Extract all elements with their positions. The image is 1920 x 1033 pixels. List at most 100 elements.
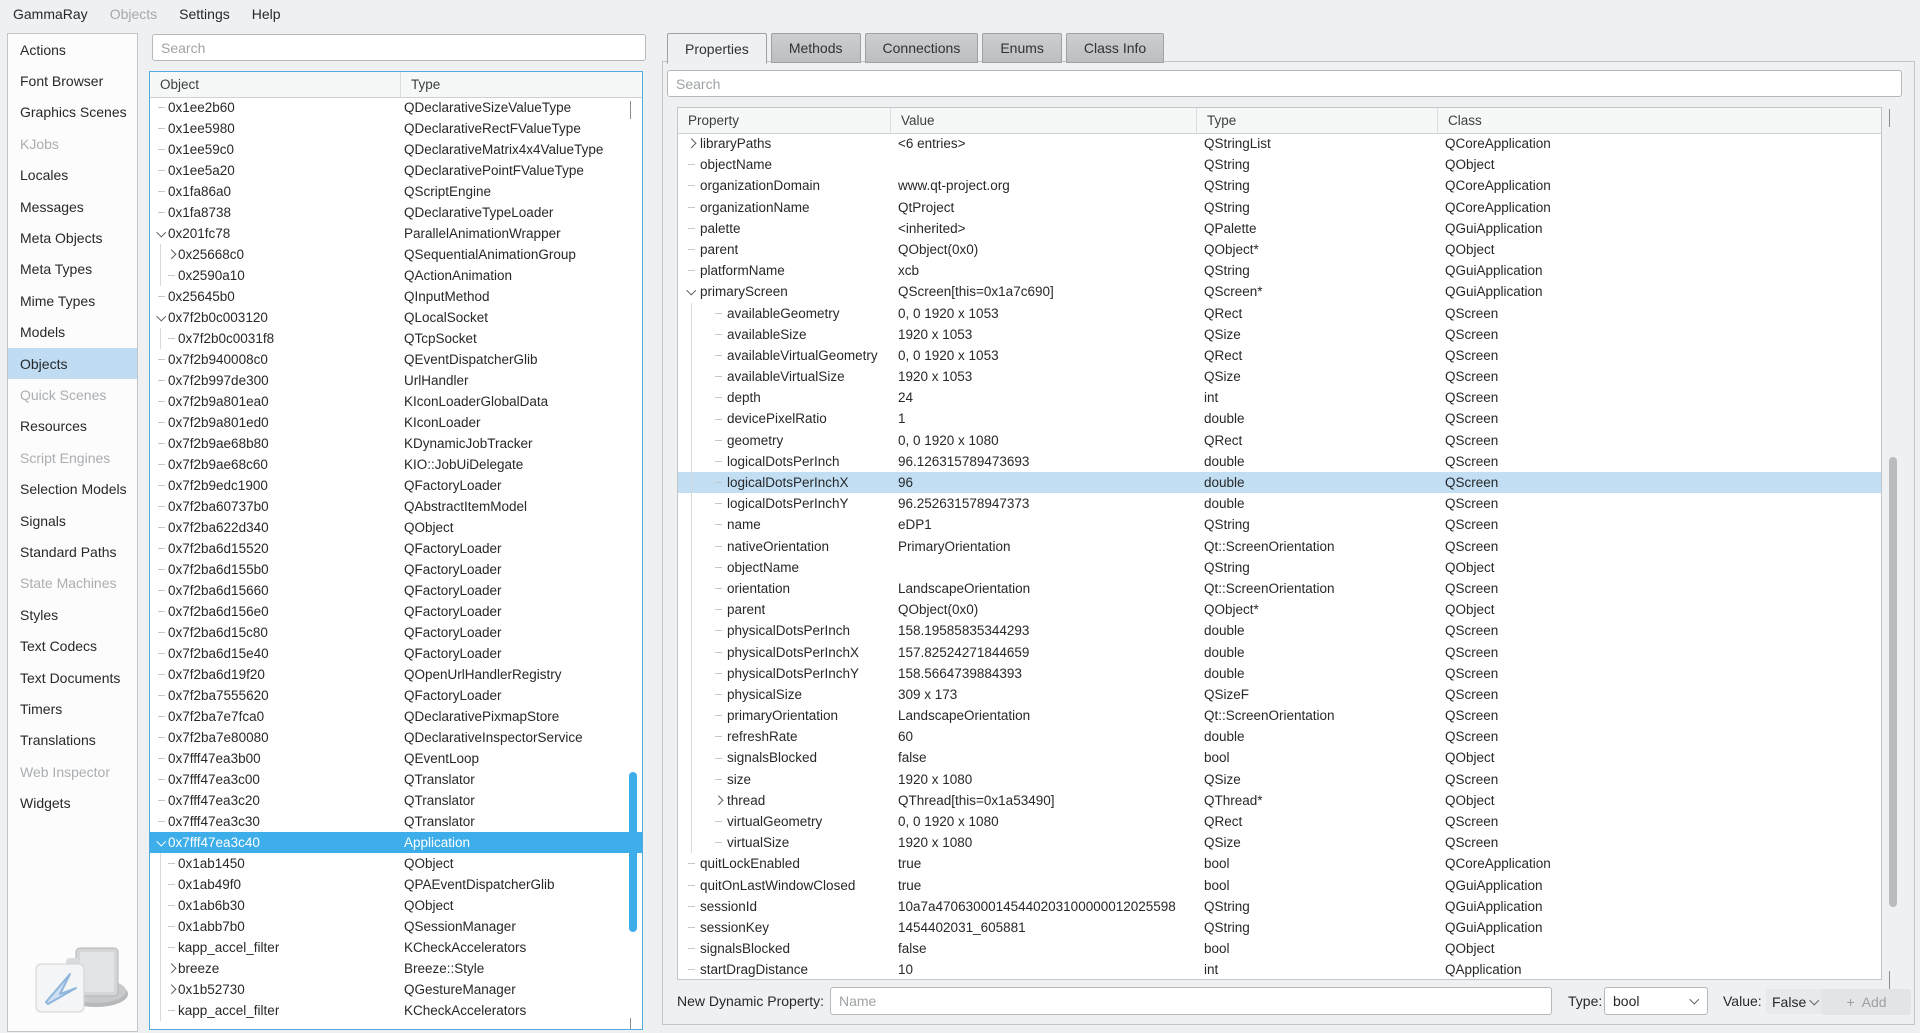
- property-row[interactable]: threadQThread[this=0x1a53490]QThread*QOb…: [678, 790, 1881, 811]
- object-tree-row[interactable]: kapp_accel_filterKCheckAccelerators: [150, 1000, 642, 1021]
- property-row[interactable]: geometry0, 0 1920 x 1080QRectQScreen: [678, 430, 1881, 451]
- property-row[interactable]: primaryScreenQScreen[this=0x1a7c690]QScr…: [678, 281, 1881, 302]
- object-tree-row[interactable]: 0x7f2b940008c0QEventDispatcherGlib: [150, 349, 642, 370]
- value-select[interactable]: False: [1766, 989, 1828, 1014]
- column-header-type[interactable]: Type: [401, 72, 642, 97]
- property-row[interactable]: nativeOrientationPrimaryOrientationQt::S…: [678, 536, 1881, 557]
- property-search-input[interactable]: [667, 70, 1902, 97]
- property-row[interactable]: virtualGeometry0, 0 1920 x 1080QRectQScr…: [678, 811, 1881, 832]
- object-tree-row[interactable]: 0x7f2ba6d15520QFactoryLoader: [150, 538, 642, 559]
- sidebar-item-translations[interactable]: Translations: [8, 725, 137, 756]
- sidebar-item-actions[interactable]: Actions: [8, 34, 137, 65]
- object-tree-row[interactable]: 0x7f2b9edc1900QFactoryLoader: [150, 475, 642, 496]
- property-row[interactable]: signalsBlockedfalseboolQObject: [678, 938, 1881, 959]
- object-tree-row[interactable]: 0x7f2b997de300UrlHandler: [150, 370, 642, 391]
- menu-item-settings[interactable]: Settings: [168, 2, 241, 26]
- type-select[interactable]: bool: [1604, 987, 1708, 1015]
- expander-open-icon[interactable]: [154, 841, 168, 845]
- sidebar-item-models[interactable]: Models: [8, 317, 137, 348]
- property-row[interactable]: devicePixelRatio1doubleQScreen: [678, 408, 1881, 429]
- object-tree-row[interactable]: kapp_accel_filterKCheckAccelerators: [150, 937, 642, 958]
- object-tree-row[interactable]: 0x1fa8738QDeclarativeTypeLoader: [150, 202, 642, 223]
- new-property-name-input[interactable]: [830, 987, 1552, 1015]
- object-tree-row[interactable]: 0x1ab49f0QPAEventDispatcherGlib: [150, 874, 642, 895]
- property-row[interactable]: nameeDP1QStringQScreen: [678, 514, 1881, 535]
- object-tree-row[interactable]: 0x7f2b0c0031f8QTcpSocket: [150, 328, 642, 349]
- object-tree-row[interactable]: 0x7fff47ea3b00QEventLoop: [150, 748, 642, 769]
- object-tree-row[interactable]: 0x1ee5a20QDeclarativePointFValueType: [150, 160, 642, 181]
- object-search-input[interactable]: [152, 34, 646, 61]
- tab-methods[interactable]: Methods: [771, 33, 861, 63]
- object-tree-row[interactable]: 0x1ab1450QObject: [150, 853, 642, 874]
- property-row[interactable]: objectNameQStringQObject: [678, 557, 1881, 578]
- object-tree-row[interactable]: 0x201fc78ParallelAnimationWrapper: [150, 223, 642, 244]
- sidebar-item-graphics-scenes[interactable]: Graphics Scenes: [8, 97, 137, 128]
- expander-open-icon[interactable]: [682, 290, 700, 294]
- object-tree-row[interactable]: 0x7f2ba7555620QFactoryLoader: [150, 685, 642, 706]
- column-header-type[interactable]: Type: [1197, 108, 1438, 133]
- object-tree-row[interactable]: 0x7f2b9a801ed0KIconLoader: [150, 412, 642, 433]
- object-tree-row[interactable]: 0x1ee59c0QDeclarativeMatrix4x4ValueType: [150, 139, 642, 160]
- property-row[interactable]: availableVirtualGeometry0, 0 1920 x 1053…: [678, 345, 1881, 366]
- property-row[interactable]: organizationNameQtProjectQStringQCoreApp…: [678, 197, 1881, 218]
- property-row[interactable]: palette<inherited>QPaletteQGuiApplicatio…: [678, 218, 1881, 239]
- property-row[interactable]: signalsBlockedfalseboolQObject: [678, 747, 1881, 768]
- object-tree-row[interactable]: 0x2590a10QActionAnimation: [150, 265, 642, 286]
- scroll-up-icon[interactable]: [1889, 109, 1896, 116]
- property-row[interactable]: quitOnLastWindowClosedtrueboolQGuiApplic…: [678, 875, 1881, 896]
- property-row[interactable]: sessionKey1454402031_605881QStringQGuiAp…: [678, 917, 1881, 938]
- object-tree-row[interactable]: 0x1ee2b60QDeclarativeSizeValueType: [150, 97, 642, 118]
- property-row[interactable]: size1920 x 1080QSizeQScreen: [678, 769, 1881, 790]
- object-tree-row[interactable]: 0x7fff47ea3c20QTranslator: [150, 790, 642, 811]
- object-tree-row[interactable]: 0x7f2ba6d19f20QOpenUrlHandlerRegistry: [150, 664, 642, 685]
- property-row[interactable]: physicalDotsPerInchX157.82524271844659do…: [678, 642, 1881, 663]
- expander-open-icon[interactable]: [154, 316, 168, 320]
- object-tree-row[interactable]: 0x7f2ba6d15c80QFactoryLoader: [150, 622, 642, 643]
- object-tree-row[interactable]: breezeBreeze::Style: [150, 958, 642, 979]
- property-row[interactable]: sessionId10a7a47063000145440203100000012…: [678, 896, 1881, 917]
- property-row[interactable]: availableVirtualSize1920 x 1053QSizeQScr…: [678, 366, 1881, 387]
- sidebar-item-messages[interactable]: Messages: [8, 191, 137, 222]
- object-tree-row[interactable]: 0x7f2ba622d340QObject: [150, 517, 642, 538]
- sidebar-item-font-browser[interactable]: Font Browser: [8, 65, 137, 96]
- property-row[interactable]: depth24intQScreen: [678, 387, 1881, 408]
- sidebar-item-text-codecs[interactable]: Text Codecs: [8, 630, 137, 661]
- object-tree-row[interactable]: 0x7f2ba6d15660QFactoryLoader: [150, 580, 642, 601]
- add-property-button[interactable]: + Add: [1822, 989, 1911, 1015]
- tab-enums[interactable]: Enums: [982, 33, 1062, 63]
- property-row[interactable]: physicalSize309 x 173QSizeFQScreen: [678, 684, 1881, 705]
- property-row[interactable]: parentQObject(0x0)QObject*QObject: [678, 599, 1881, 620]
- sidebar-item-text-documents[interactable]: Text Documents: [8, 662, 137, 693]
- object-tree-row[interactable]: 0x7f2ba7e7fca0QDeclarativePixmapStore: [150, 706, 642, 727]
- object-tree-row[interactable]: 0x1abb7b0QSessionManager: [150, 916, 642, 937]
- object-tree-row[interactable]: 0x7f2ba6d156e0QFactoryLoader: [150, 601, 642, 622]
- column-header-object[interactable]: Object: [150, 72, 401, 97]
- sidebar-item-meta-types[interactable]: Meta Types: [8, 254, 137, 285]
- object-tree-row[interactable]: 0x7f2b9a801ea0KIconLoaderGlobalData: [150, 391, 642, 412]
- expander-open-icon[interactable]: [154, 232, 168, 236]
- property-row[interactable]: virtualSize1920 x 1080QSizeQScreen: [678, 832, 1881, 853]
- object-tree-row[interactable]: 0x7f2ba6d155b0QFactoryLoader: [150, 559, 642, 580]
- menu-item-help[interactable]: Help: [241, 2, 292, 26]
- object-tree-row[interactable]: 0x25668c0QSequentialAnimationGroup: [150, 244, 642, 265]
- property-row[interactable]: refreshRate60doubleQScreen: [678, 726, 1881, 747]
- object-tree-row[interactable]: 0x7f2ba60737b0QAbstractItemModel: [150, 496, 642, 517]
- expander-closed-icon[interactable]: [682, 140, 700, 147]
- sidebar-item-selection-models[interactable]: Selection Models: [8, 473, 137, 504]
- object-tree-row[interactable]: 0x1ee5980QDeclarativeRectFValueType: [150, 118, 642, 139]
- object-tree-row[interactable]: 0x1ab6b30QObject: [150, 895, 642, 916]
- scrollbar-thumb[interactable]: [1889, 457, 1897, 907]
- tab-class-info[interactable]: Class Info: [1066, 33, 1164, 63]
- object-tree-row[interactable]: 0x1fa86a0QScriptEngine: [150, 181, 642, 202]
- object-tree-row[interactable]: 0x1b52730QGestureManager: [150, 979, 642, 1000]
- property-row[interactable]: quitLockEnabledtrueboolQCoreApplication: [678, 853, 1881, 874]
- expander-closed-icon[interactable]: [164, 986, 178, 993]
- sidebar-item-widgets[interactable]: Widgets: [8, 787, 137, 818]
- property-row[interactable]: objectNameQStringQObject: [678, 154, 1881, 175]
- property-row[interactable]: primaryOrientationLandscapeOrientationQt…: [678, 705, 1881, 726]
- object-tree-row[interactable]: 0x7fff47ea3c30QTranslator: [150, 811, 642, 832]
- column-header-property[interactable]: Property: [678, 108, 891, 133]
- object-tree-row[interactable]: 0x7f2ba6d15e40QFactoryLoader: [150, 643, 642, 664]
- scroll-down-icon[interactable]: [630, 1018, 637, 1025]
- object-tree-row[interactable]: 0x7fff47ea3c40Application: [150, 832, 642, 853]
